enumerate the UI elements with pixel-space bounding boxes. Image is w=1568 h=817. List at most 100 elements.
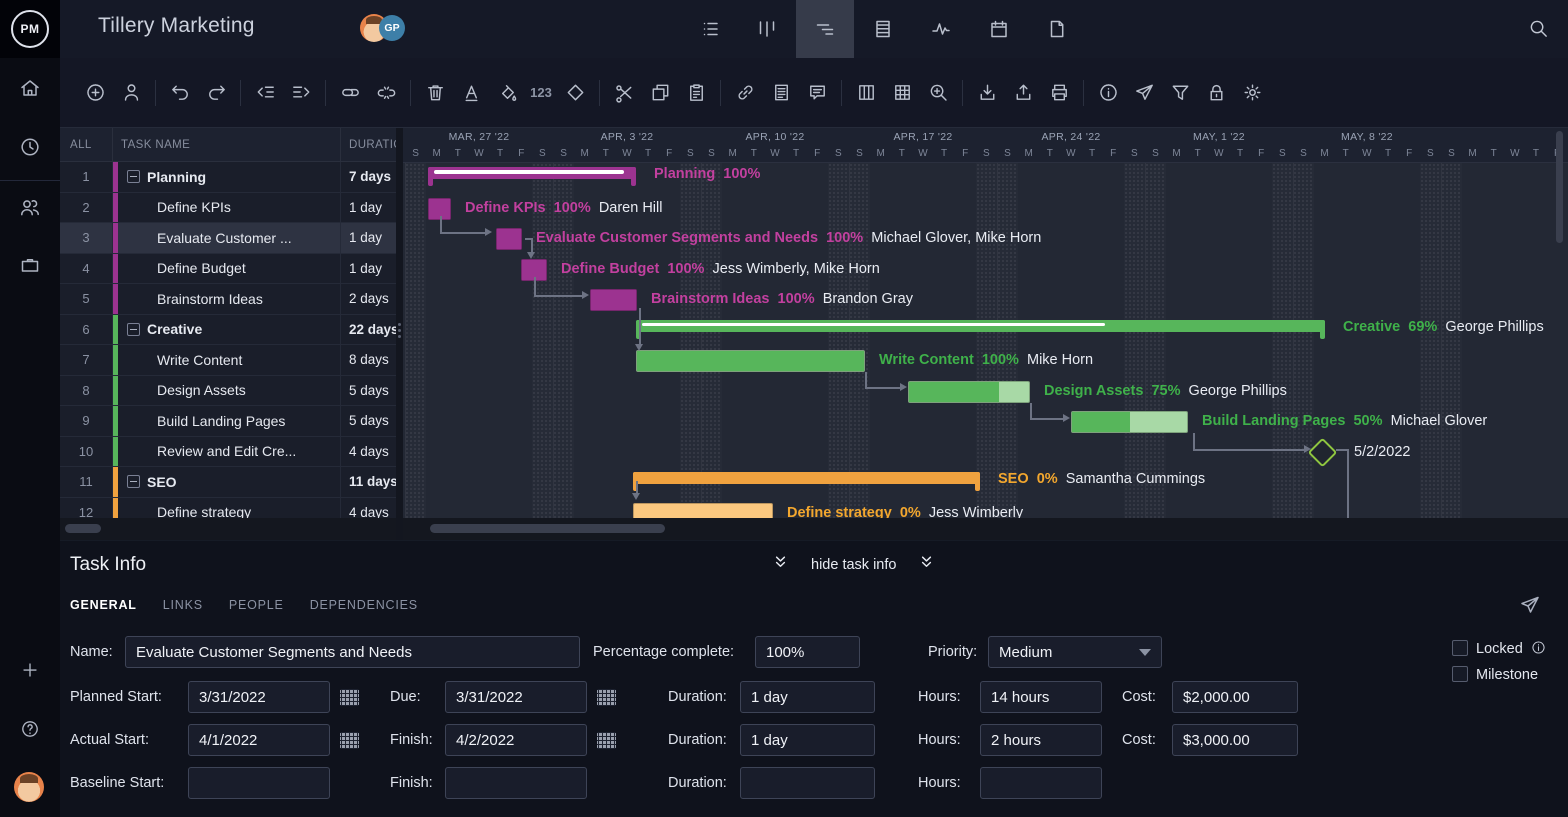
collapse-icon[interactable] (127, 323, 140, 336)
start-date-input[interactable] (188, 681, 330, 713)
start-date-input[interactable] (188, 767, 330, 799)
timesheets-icon[interactable] (0, 125, 60, 169)
add-new-icon[interactable] (0, 648, 60, 692)
user-avatar[interactable] (14, 772, 44, 802)
zoom-in-button[interactable] (920, 75, 956, 111)
start-date-input[interactable] (188, 724, 330, 756)
end-date-input[interactable] (445, 724, 587, 756)
assign-people-button[interactable] (113, 75, 149, 111)
calendar-icon[interactable] (340, 689, 359, 706)
calendar-icon[interactable] (597, 689, 616, 706)
table-row-design-assets[interactable]: 8Design Assets5 days (60, 376, 396, 407)
duration-cell[interactable]: 22 days (340, 315, 396, 345)
table-row-build-landing-pages[interactable]: 9Build Landing Pages5 days (60, 406, 396, 437)
task-info-tab-general[interactable]: GENERAL (70, 598, 137, 612)
duration-input[interactable] (740, 681, 875, 713)
filter-button[interactable] (1162, 75, 1198, 111)
duration-input[interactable] (740, 767, 875, 799)
undo-button[interactable] (162, 75, 198, 111)
redo-button[interactable] (198, 75, 234, 111)
task-bar-define-strategy[interactable] (633, 503, 773, 519)
task-info-tab-people[interactable]: PEOPLE (229, 598, 284, 612)
table-row-write-content[interactable]: 7Write Content8 days (60, 345, 396, 376)
copy-button[interactable] (642, 75, 678, 111)
collapse-icon[interactable] (127, 475, 140, 488)
team-icon[interactable] (0, 185, 60, 229)
table-row-evaluate-customer-[interactable]: 3Evaluate Customer ...1 day (60, 223, 396, 254)
end-date-input[interactable] (445, 681, 587, 713)
hours-input[interactable] (980, 767, 1102, 799)
attach-link-button[interactable] (727, 75, 763, 111)
duration-input[interactable] (740, 724, 875, 756)
pane-splitter[interactable] (396, 128, 403, 540)
summary-bar-planning[interactable] (428, 167, 636, 179)
hours-input[interactable] (980, 681, 1102, 713)
gantt-horizontal-scrollbar[interactable] (430, 524, 665, 533)
send-icon[interactable] (1518, 593, 1542, 622)
task-name-cell[interactable]: Define KPIs (112, 193, 340, 223)
task-bar-evaluate-customer-segments-and-needs[interactable] (496, 228, 522, 250)
paste-button[interactable] (678, 75, 714, 111)
link-tasks-button[interactable] (332, 75, 368, 111)
show-grid-button[interactable] (884, 75, 920, 111)
task-name-cell[interactable]: Brainstorm Ideas (112, 284, 340, 314)
column-header-duration[interactable]: DURATION (340, 128, 396, 161)
project-members[interactable]: GP (360, 14, 405, 42)
cost-input[interactable] (1172, 681, 1298, 713)
milestone-checkbox[interactable] (1452, 666, 1468, 682)
cost-input[interactable] (1172, 724, 1298, 756)
cut-button[interactable] (606, 75, 642, 111)
locked-checkbox[interactable] (1452, 640, 1468, 656)
indent-task-button[interactable] (283, 75, 319, 111)
table-row-planning[interactable]: 1Planning7 days (60, 162, 396, 193)
duration-cell[interactable]: 8 days (340, 345, 396, 375)
splitter-handle[interactable] (398, 323, 401, 341)
task-bar-build-landing-pages[interactable] (1071, 411, 1188, 433)
duration-cell[interactable]: 4 days (340, 498, 396, 519)
view-tab-list-view[interactable] (680, 0, 738, 58)
add-milestone-button[interactable] (557, 75, 593, 111)
columns-button[interactable] (848, 75, 884, 111)
table-row-creative[interactable]: 6Creative22 days (60, 315, 396, 346)
table-row-define-kpis[interactable]: 2Define KPIs1 day (60, 193, 396, 224)
task-name-cell[interactable]: Evaluate Customer ... (112, 223, 340, 253)
name-input[interactable] (125, 636, 580, 668)
duration-cell[interactable]: 5 days (340, 376, 396, 406)
export-button[interactable] (1005, 75, 1041, 111)
table-row-define-budget[interactable]: 4Define Budget1 day (60, 254, 396, 285)
duration-cell[interactable]: 7 days (340, 162, 396, 192)
comment-button[interactable] (799, 75, 835, 111)
task-notes-button[interactable] (763, 75, 799, 111)
duration-cell[interactable]: 4 days (340, 437, 396, 467)
priority-select[interactable]: Medium (988, 636, 1162, 668)
numbers-button[interactable]: 123 (525, 75, 557, 111)
task-name-cell[interactable]: Planning (112, 162, 340, 192)
duration-cell[interactable]: 1 day (340, 254, 396, 284)
lock-button[interactable] (1198, 75, 1234, 111)
import-button[interactable] (969, 75, 1005, 111)
gantt-vertical-scrollbar[interactable] (1556, 131, 1563, 243)
view-tab-activity-view[interactable] (912, 0, 970, 58)
task-name-cell[interactable]: Define Budget (112, 254, 340, 284)
task-bar-design-assets[interactable] (908, 381, 1030, 403)
locked-info-icon[interactable] (1530, 639, 1547, 660)
percentage-complete-input[interactable] (755, 636, 860, 668)
collapse-icon[interactable] (127, 170, 140, 183)
duration-cell[interactable]: 5 days (340, 406, 396, 436)
portfolio-icon[interactable] (0, 243, 60, 287)
calendar-icon[interactable] (597, 732, 616, 749)
end-date-input[interactable] (445, 767, 587, 799)
task-name-cell[interactable]: Write Content (112, 345, 340, 375)
view-tab-doc-view[interactable] (1028, 0, 1086, 58)
duration-cell[interactable]: 11 days (340, 467, 396, 497)
home-icon[interactable] (0, 66, 60, 110)
settings-button[interactable] (1234, 75, 1270, 111)
unlink-tasks-button[interactable] (368, 75, 404, 111)
table-horizontal-scrollbar[interactable] (65, 524, 101, 533)
task-name-cell[interactable]: SEO (112, 467, 340, 497)
view-tab-sheet-view[interactable] (854, 0, 912, 58)
column-header-task-name[interactable]: TASK NAME (112, 128, 340, 161)
task-info-tab-dependencies[interactable]: DEPENDENCIES (310, 598, 418, 612)
outdent-task-button[interactable] (247, 75, 283, 111)
text-format-button[interactable] (453, 75, 489, 111)
